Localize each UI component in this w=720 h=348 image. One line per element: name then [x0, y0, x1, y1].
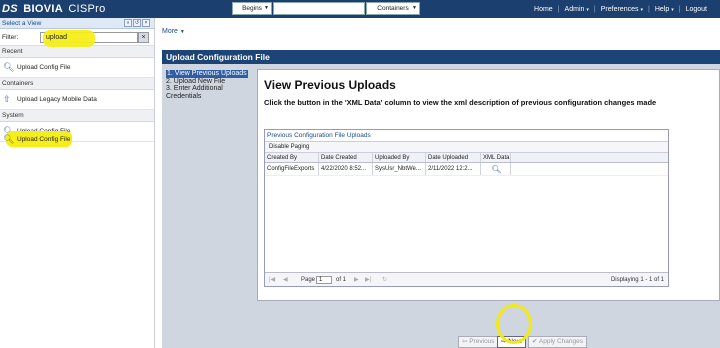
uploads-grid: Previous Configuration File Uploads Disa…	[264, 129, 669, 287]
chevron-down-icon: ▾	[671, 6, 674, 13]
previous-button[interactable]: ⇦ Previous	[458, 336, 499, 348]
sidebar-item-upload-legacy-mobile[interactable]: ⇧ Upload Legacy Mobile Data	[0, 90, 154, 110]
search-scope-label: Containers	[377, 5, 409, 12]
filter-label: Filter:	[2, 34, 19, 41]
wizard-steps: 1. View Previous Uploads 2. Upload New F…	[166, 70, 254, 100]
cell-created-by: ConfigFileExports	[265, 163, 319, 175]
check-icon: ✔	[532, 338, 538, 345]
panel-title: Upload Configuration File	[162, 50, 720, 64]
search-scope-select[interactable]: Containers ▼	[366, 2, 420, 15]
more-label: More	[162, 28, 178, 35]
next-page-icon[interactable]: ▶	[354, 273, 359, 287]
previous-label: Previous	[469, 338, 495, 345]
sidebar-header: Select a View « ↺ ×	[0, 18, 154, 29]
sidebar-title: Select a View	[2, 20, 42, 27]
collapse-icon[interactable]: «	[124, 19, 132, 27]
table-row[interactable]: ConfigFileExports 4/22/2020 8:52... SysU…	[265, 163, 668, 176]
refresh-icon[interactable]: ↻	[382, 273, 387, 287]
logo-brand: BIOVIA	[23, 3, 63, 15]
wizard-panel: 1. View Previous Uploads 2. Upload New F…	[162, 64, 720, 348]
page-count: of 1	[336, 277, 347, 283]
magnifier-icon: 🔍︎	[3, 134, 15, 144]
paging-status: Displaying 1 - 1 of 1	[610, 277, 664, 283]
circle-annotation	[496, 304, 532, 344]
view-xml-icon[interactable]: 🔍︎	[481, 163, 511, 175]
chevron-down-icon: ▾	[586, 6, 589, 13]
refresh-icon[interactable]: ↺	[133, 19, 141, 27]
column-header[interactable]: Created By	[265, 153, 319, 162]
prev-page-icon[interactable]: ◀	[283, 273, 288, 287]
page-title: View Previous Uploads	[264, 78, 396, 92]
filter-value-text: upload	[46, 34, 68, 41]
sidebar-item-upload-config-recent[interactable]: 🔍︎ Upload Config File	[0, 58, 154, 78]
first-page-icon[interactable]: |◀	[269, 273, 275, 287]
wizard-footer: ⇦ Previous ⇨ Next ✔ Apply Changes	[162, 328, 720, 348]
logo-product: CISPro	[68, 3, 106, 15]
instruction-text: Click the button in the 'XML Data' colum…	[264, 98, 657, 107]
search-mode-select[interactable]: Begins ▼	[232, 2, 272, 15]
nav-help-label: Help	[654, 5, 670, 13]
sidebar-item-label: Upload Legacy Mobile Data	[17, 96, 97, 103]
sidebar-item-label: Upload Config File	[17, 64, 71, 71]
clear-filter-button[interactable]: ×	[138, 32, 149, 43]
search-input[interactable]	[273, 2, 365, 15]
logo-mark: DS	[2, 3, 18, 15]
nav-preferences-label: Preferences	[600, 5, 639, 13]
main-area: More ▼ Upload Configuration File 1. View…	[155, 18, 720, 348]
apply-label: Apply Changes	[538, 338, 583, 345]
column-header[interactable]: XML Data	[481, 153, 511, 162]
nav-logout[interactable]: Logout	[681, 6, 712, 13]
cell-date-created: 4/22/2020 8:52...	[319, 163, 373, 175]
column-header[interactable]: Date Uploaded	[426, 153, 481, 162]
column-header[interactable]: Uploaded By	[373, 153, 426, 162]
cell-uploaded-by: SysUsr_NbtWe...	[373, 163, 426, 175]
last-page-icon[interactable]: ▶|	[365, 273, 371, 287]
nav-admin-label: Admin	[564, 5, 585, 13]
chevron-down-icon: ▾	[640, 6, 643, 13]
nav-home[interactable]: Home	[529, 6, 558, 13]
nav-admin[interactable]: Admin ▾	[560, 6, 594, 13]
grid-pager: |◀ ◀ Page 1 of 1 ▶ ▶| ↻ Displaying 1 - 1…	[265, 272, 668, 286]
content-pane: View Previous Uploads Click the button i…	[257, 69, 720, 301]
app-logo: DS BIOVIA CISPro	[2, 3, 106, 15]
group-recent: Recent	[0, 46, 154, 58]
apply-changes-button[interactable]: ✔ Apply Changes	[528, 336, 587, 348]
chevron-down-icon: ▼	[264, 5, 269, 11]
grid-title: Previous Configuration File Uploads	[265, 130, 668, 142]
nav-help[interactable]: Help ▾	[650, 6, 679, 13]
upload-arrow-icon: ⇧	[3, 94, 11, 104]
arrow-left-icon: ⇦	[462, 338, 468, 345]
chevron-down-icon: ▼	[412, 5, 417, 11]
sidebar-item-label-highlighted: Upload Config File	[17, 136, 71, 143]
close-icon[interactable]: ×	[142, 19, 150, 27]
nav-preferences[interactable]: Preferences ▾	[596, 6, 648, 13]
page-label: Page	[301, 277, 316, 283]
page-input[interactable]: 1	[316, 276, 332, 284]
search-mode-label: Begins	[242, 5, 262, 12]
grid-header: Created By Date Created Uploaded By Date…	[265, 153, 668, 163]
group-containers: Containers	[0, 78, 154, 90]
sidebar-controls: « ↺ ×	[124, 19, 150, 27]
step-credentials[interactable]: 3. Enter Additional Credentials	[166, 85, 254, 100]
disable-paging-button[interactable]: Disable Paging	[265, 142, 668, 153]
step-upload-new[interactable]: 2. Upload New File	[166, 78, 254, 86]
top-bar: DS BIOVIA CISPro Begins ▼ Containers ▼ H…	[0, 0, 720, 18]
top-nav: Home | Admin ▾ | Preferences ▾ | Help ▾ | L…	[529, 0, 712, 18]
column-header[interactable]: Date Created	[319, 153, 373, 162]
cell-date-uploaded: 2/11/2022 12:2...	[426, 163, 481, 175]
step-view-previous[interactable]: 1. View Previous Uploads	[166, 70, 248, 78]
chevron-down-icon: ▼	[179, 29, 185, 35]
more-menu[interactable]: More ▼	[162, 28, 185, 35]
sidebar: Select a View « ↺ × Filter: × Recent 🔍︎ …	[0, 18, 155, 348]
magnifier-icon: 🔍︎	[3, 62, 15, 72]
group-system: System	[0, 110, 154, 122]
